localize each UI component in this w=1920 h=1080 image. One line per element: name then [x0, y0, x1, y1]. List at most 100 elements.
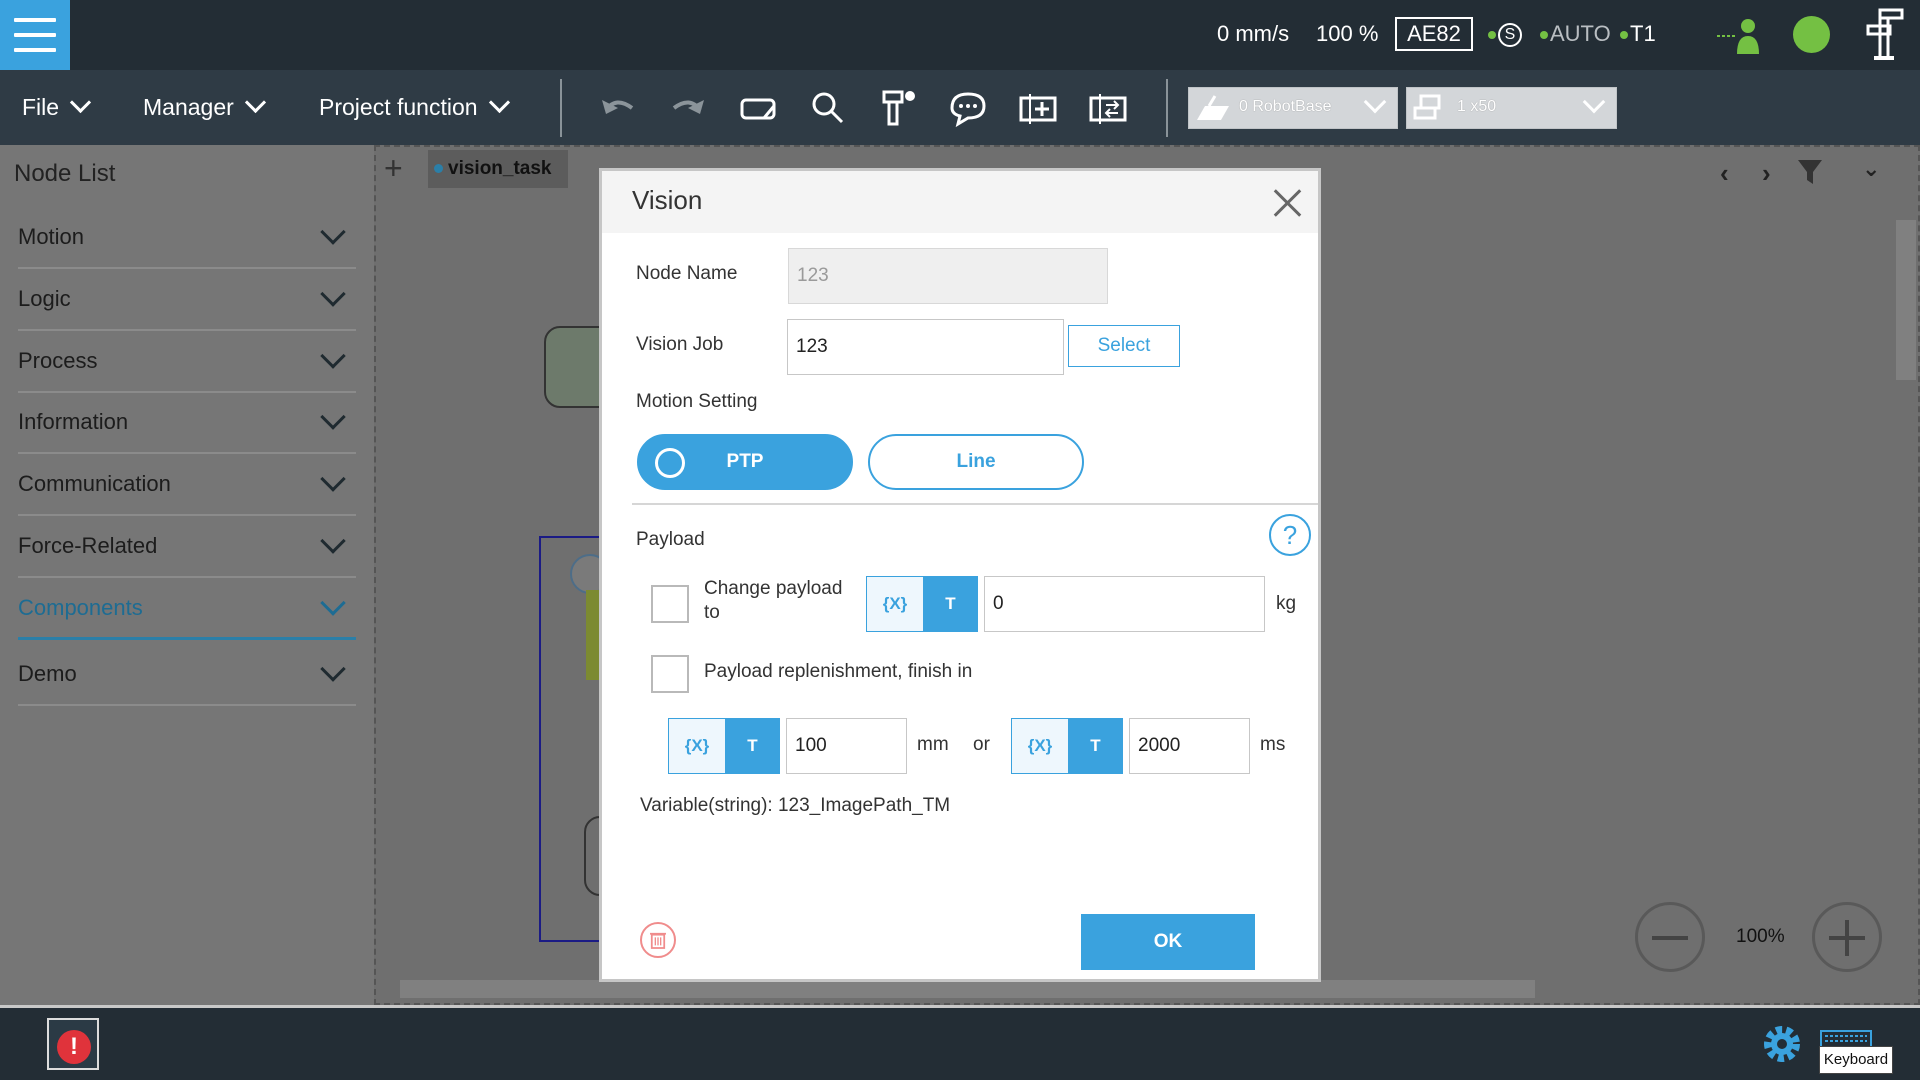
- base-select[interactable]: 0 RobotBase: [1188, 87, 1398, 129]
- variable-toggle[interactable]: {X}: [867, 577, 923, 631]
- step-run-button[interactable]: [878, 88, 918, 128]
- chevron-down-icon: [320, 590, 346, 616]
- chevron-down-icon: [320, 528, 346, 554]
- text-toggle[interactable]: T: [923, 577, 978, 631]
- tab-label: vision_task: [448, 158, 552, 179]
- tab-next-button[interactable]: ›: [1762, 158, 1771, 189]
- zoom-in-button[interactable]: [1812, 902, 1882, 972]
- line-toggle[interactable]: Line: [868, 434, 1084, 490]
- user-login-icon[interactable]: [1715, 18, 1761, 54]
- category-process[interactable]: Process: [18, 335, 356, 393]
- text-toggle[interactable]: T: [1068, 719, 1123, 773]
- bottom-bar: [0, 1005, 1920, 1080]
- trash-icon[interactable]: [640, 922, 676, 958]
- toolbar-divider: [1166, 79, 1168, 137]
- tool-select[interactable]: 1 x50: [1406, 87, 1617, 129]
- variable-info-text: Variable(string): 123_ImagePath_TM: [640, 795, 951, 816]
- text-toggle[interactable]: T: [725, 719, 780, 773]
- operation-mode-indicator: T1: [1620, 20, 1656, 48]
- time-field[interactable]: [1129, 718, 1250, 774]
- top-status-bar: 0 mm/s 100 % AE82 S AUTO T1: [0, 0, 1920, 70]
- add-tab-button[interactable]: +: [384, 152, 403, 184]
- node-name-field: [788, 248, 1108, 304]
- zoom-out-button[interactable]: [1635, 902, 1705, 972]
- filter-icon[interactable]: [1796, 158, 1828, 186]
- payload-replenishment-checkbox[interactable]: [651, 655, 689, 693]
- robot-id-badge: AE82: [1395, 17, 1473, 51]
- chevron-down-icon: [320, 281, 346, 307]
- help-icon[interactable]: ?: [1269, 514, 1311, 556]
- undo-icon: [602, 100, 634, 114]
- tool-frame-icon: [1413, 94, 1441, 120]
- chevron-down-icon: [1582, 90, 1606, 114]
- error-icon: !: [57, 1030, 91, 1064]
- payload-mode-toggle[interactable]: {X} T: [866, 576, 978, 632]
- redo-icon: [672, 100, 704, 114]
- dialog-header: Vision: [602, 171, 1318, 233]
- chevron-down-icon: [320, 656, 346, 682]
- select-button[interactable]: Select: [1068, 325, 1180, 367]
- comment-button[interactable]: [948, 88, 988, 128]
- vision-dialog: Vision Node Name Vision Job Select Motio…: [599, 168, 1321, 982]
- undo-button[interactable]: [598, 88, 638, 128]
- search-icon: [812, 92, 844, 124]
- variable-toggle[interactable]: {X}: [669, 719, 725, 773]
- tab-prev-button[interactable]: ‹: [1720, 158, 1729, 189]
- ptp-toggle[interactable]: PTP: [637, 434, 853, 490]
- chevron-down-icon: [320, 343, 346, 369]
- change-payload-checkbox[interactable]: [651, 585, 689, 623]
- radio-selected-icon: [655, 448, 685, 478]
- keyboard-tooltip: Keyboard: [1819, 1046, 1893, 1074]
- file-menu[interactable]: File: [22, 91, 92, 122]
- close-icon[interactable]: [1272, 187, 1302, 217]
- distance-mode-toggle[interactable]: {X} T: [668, 718, 780, 774]
- chevron-down-icon: [244, 91, 266, 114]
- or-label: or: [973, 734, 990, 755]
- category-demo[interactable]: Demo: [18, 648, 356, 706]
- error-log-button[interactable]: !: [47, 1018, 99, 1070]
- motion-setting-label: Motion Setting: [636, 391, 758, 412]
- vision-job-field[interactable]: [787, 319, 1064, 375]
- insert-node-icon: [1019, 94, 1057, 124]
- category-logic[interactable]: Logic: [18, 273, 356, 331]
- chevron-down-icon: [320, 219, 346, 245]
- search-button[interactable]: [808, 88, 848, 128]
- gear-icon[interactable]: [1760, 1022, 1804, 1066]
- section-divider: [632, 503, 1318, 505]
- robot-arm-icon[interactable]: [1866, 8, 1906, 62]
- auto-mode-indicator: AUTO: [1540, 20, 1611, 48]
- category-information[interactable]: Information: [18, 396, 356, 454]
- variable-toggle[interactable]: {X}: [1012, 719, 1068, 773]
- step-run-icon: [882, 90, 915, 126]
- tab-vision-task[interactable]: vision_task: [428, 150, 568, 188]
- ok-button[interactable]: OK: [1081, 914, 1255, 970]
- vertical-scrollbar[interactable]: [1896, 220, 1916, 380]
- project-function-menu[interactable]: Project function: [319, 91, 510, 122]
- manager-menu[interactable]: Manager: [143, 91, 266, 122]
- insert-node-button[interactable]: [1018, 88, 1058, 128]
- safety-indicator: S: [1488, 20, 1522, 48]
- hamburger-menu-button[interactable]: [0, 0, 70, 70]
- category-force-related[interactable]: Force-Related: [18, 520, 356, 578]
- vision-job-label: Vision Job: [636, 334, 724, 355]
- category-components[interactable]: Components: [18, 582, 356, 640]
- robot-base-icon: [1197, 95, 1229, 120]
- eraser-button[interactable]: [738, 88, 778, 128]
- replace-node-icon: [1089, 94, 1127, 124]
- chevron-down-icon: [320, 466, 346, 492]
- redo-button[interactable]: [668, 88, 708, 128]
- replace-node-button[interactable]: [1088, 88, 1128, 128]
- payload-field[interactable]: [984, 576, 1265, 632]
- time-mode-toggle[interactable]: {X} T: [1011, 718, 1123, 774]
- distance-field[interactable]: [786, 718, 907, 774]
- payload-replenishment-label: Payload replenishment, finish in: [704, 661, 973, 682]
- chevron-down-icon: [69, 91, 92, 114]
- category-communication[interactable]: Communication: [18, 458, 356, 516]
- horizontal-scrollbar[interactable]: [400, 980, 1535, 998]
- main-toolbar: File Manager Project function 0 RobotBas…: [0, 70, 1920, 145]
- toolbar-divider: [560, 79, 562, 137]
- chevron-down-icon: [320, 404, 346, 430]
- category-motion[interactable]: Motion: [18, 211, 356, 269]
- node-list-panel: Node List Motion Logic Process Informati…: [0, 145, 374, 1005]
- tab-dropdown-button[interactable]: ⌄: [1862, 156, 1880, 182]
